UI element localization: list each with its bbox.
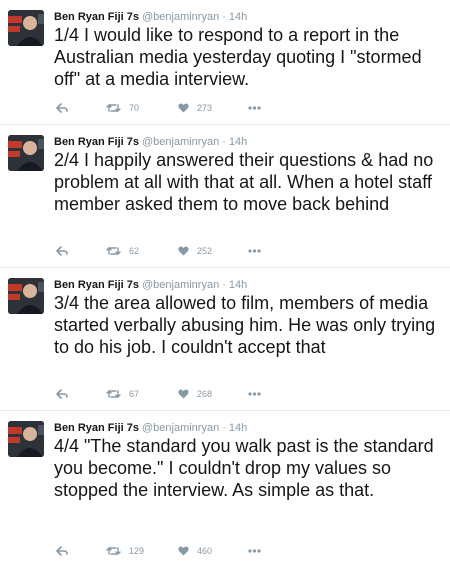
- timestamp[interactable]: 14h: [229, 279, 247, 291]
- like-button[interactable]: 268: [178, 386, 212, 402]
- like-count: 273: [197, 103, 213, 113]
- author-name[interactable]: Ben Ryan Fiji 7s: [54, 11, 139, 23]
- reply-icon: [56, 103, 68, 113]
- reply-button[interactable]: [56, 100, 68, 116]
- avatar[interactable]: [8, 135, 44, 171]
- timestamp[interactable]: 14h: [229, 422, 247, 434]
- like-button[interactable]: 460: [178, 543, 212, 559]
- more-icon: [248, 249, 261, 253]
- author-handle[interactable]: @benjaminryan: [142, 279, 219, 291]
- tweet-text: 4/4 "The standard you walk past is the s…: [54, 436, 434, 500]
- tweet[interactable]: Ben Ryan Fiji 7s @benjaminryan · 14h 1/4 I …: [0, 0, 450, 125]
- reply-button[interactable]: [56, 243, 68, 259]
- separator: ·: [222, 279, 226, 291]
- heart-icon: [178, 389, 189, 399]
- tweet-actions: 67 268: [54, 386, 314, 402]
- more-icon: [248, 392, 261, 396]
- tweet-feed: Ben Ryan Fiji 7s @benjaminryan · 14h 1/4 I …: [0, 0, 450, 567]
- avatar[interactable]: [8, 10, 44, 46]
- avatar[interactable]: [8, 278, 44, 314]
- retweet-button[interactable]: 70: [106, 100, 139, 116]
- tweet-actions: 129 460: [54, 543, 314, 559]
- retweet-button[interactable]: 62: [106, 243, 139, 259]
- author-handle[interactable]: @benjaminryan: [142, 11, 219, 23]
- retweet-icon: [106, 390, 121, 398]
- like-count: 460: [197, 546, 213, 556]
- retweet-button[interactable]: 129: [106, 543, 144, 559]
- retweet-icon: [106, 104, 121, 112]
- heart-icon: [178, 103, 189, 113]
- heart-icon: [178, 546, 189, 556]
- reply-icon: [56, 246, 68, 256]
- reply-button[interactable]: [56, 386, 68, 402]
- reply-button[interactable]: [56, 543, 68, 559]
- author-handle[interactable]: @benjaminryan: [142, 136, 219, 148]
- more-button[interactable]: [248, 100, 261, 116]
- retweet-count: 67: [129, 389, 140, 399]
- tweet-text: 1/4 I would like to respond to a report …: [54, 25, 422, 89]
- retweet-button[interactable]: 67: [106, 386, 139, 402]
- author-name[interactable]: Ben Ryan Fiji 7s: [54, 422, 139, 434]
- more-icon: [248, 549, 261, 553]
- separator: ·: [222, 136, 226, 148]
- retweet-icon: [106, 547, 121, 555]
- like-count: 268: [197, 389, 213, 399]
- author-name[interactable]: Ben Ryan Fiji 7s: [54, 136, 139, 148]
- reply-icon: [56, 546, 68, 556]
- timestamp[interactable]: 14h: [229, 136, 247, 148]
- tweet-header: Ben Ryan Fiji 7s @benjaminryan · 14h: [54, 9, 247, 25]
- more-button[interactable]: [248, 243, 261, 259]
- retweet-icon: [106, 247, 121, 255]
- tweet-header: Ben Ryan Fiji 7s @benjaminryan · 14h: [54, 277, 247, 293]
- like-button[interactable]: 273: [178, 100, 212, 116]
- reply-icon: [56, 389, 68, 399]
- timestamp[interactable]: 14h: [229, 11, 247, 23]
- like-button[interactable]: 252: [178, 243, 212, 259]
- separator: ·: [222, 11, 226, 23]
- more-button[interactable]: [248, 386, 261, 402]
- tweet-actions: 62 252: [54, 243, 314, 259]
- retweet-count: 62: [129, 246, 140, 256]
- more-icon: [248, 106, 261, 110]
- tweet[interactable]: Ben Ryan Fiji 7s @benjaminryan · 14h 4/4 "T…: [0, 411, 450, 567]
- tweet-header: Ben Ryan Fiji 7s @benjaminryan · 14h: [54, 134, 247, 150]
- tweet-actions: 70 273: [54, 100, 314, 116]
- tweet-text: 3/4 the area allowed to film, members of…: [54, 293, 436, 357]
- heart-icon: [178, 246, 189, 256]
- retweet-count: 129: [129, 546, 145, 556]
- author-name[interactable]: Ben Ryan Fiji 7s: [54, 279, 139, 291]
- retweet-count: 70: [129, 103, 140, 113]
- avatar[interactable]: [8, 421, 44, 457]
- tweet[interactable]: Ben Ryan Fiji 7s @benjaminryan · 14h 2/4 I …: [0, 125, 450, 268]
- author-handle[interactable]: @benjaminryan: [142, 422, 219, 434]
- tweet-header: Ben Ryan Fiji 7s @benjaminryan · 14h: [54, 420, 247, 436]
- more-button[interactable]: [248, 543, 261, 559]
- separator: ·: [222, 422, 226, 434]
- tweet[interactable]: Ben Ryan Fiji 7s @benjaminryan · 14h 3/4 th…: [0, 268, 450, 411]
- tweet-text: 2/4 I happily answered their questions &…: [54, 150, 434, 214]
- like-count: 252: [197, 246, 213, 256]
